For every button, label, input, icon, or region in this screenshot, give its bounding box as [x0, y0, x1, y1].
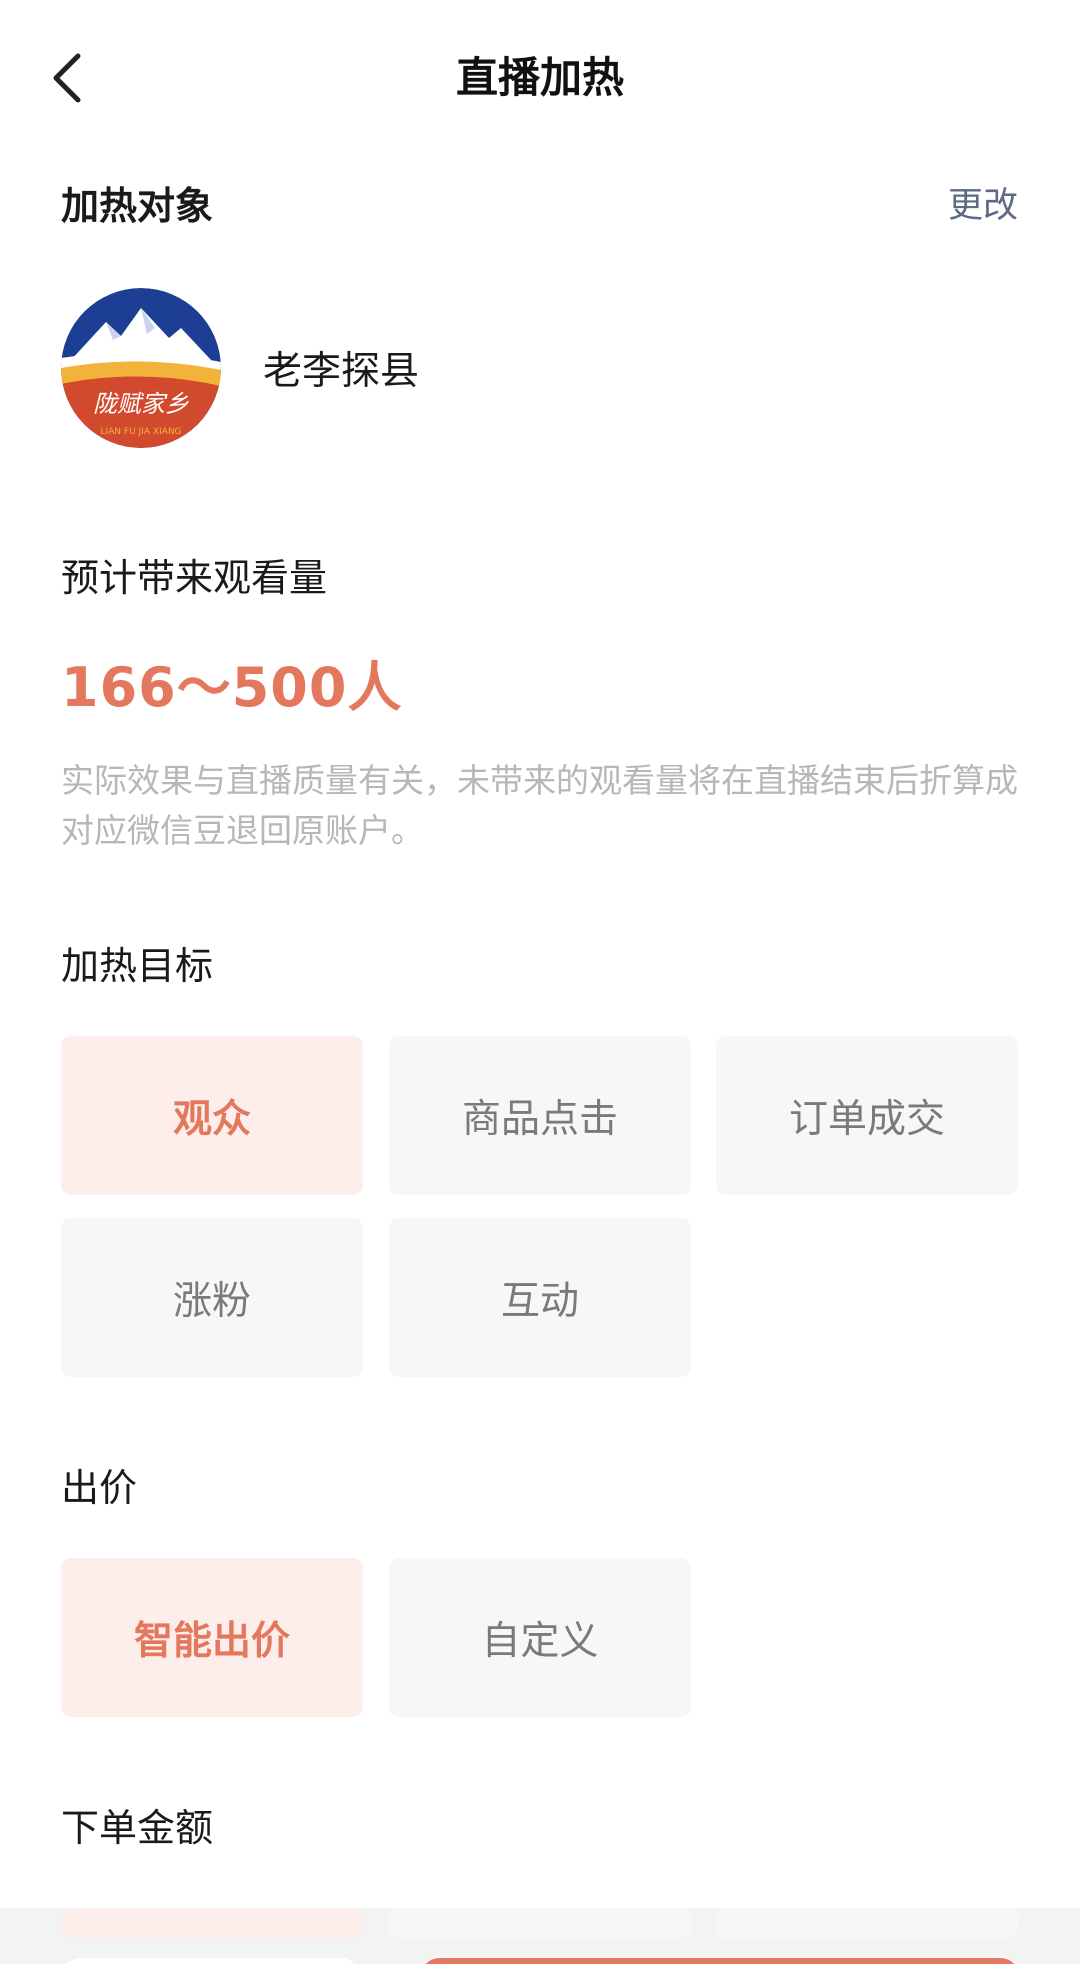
bid-option-custom[interactable]: 自定义	[389, 1558, 691, 1717]
change-target-link[interactable]: 更改	[948, 180, 1018, 232]
account-name: 老李探县	[263, 349, 420, 394]
logo-subtext: LIAN FU JIA XIANG	[100, 427, 181, 437]
goal-option-interaction[interactable]: 互动	[389, 1218, 691, 1377]
bid-option-smart[interactable]: 智能出价	[61, 1558, 363, 1717]
header: 直播加热	[0, 0, 1080, 156]
amount-option[interactable]	[716, 1908, 1018, 1938]
bid-section-title: 出价	[61, 1466, 138, 1510]
amount-option[interactable]	[389, 1908, 691, 1938]
goal-section-title: 加热目标	[61, 944, 214, 988]
target-section-title: 加热对象	[61, 184, 214, 228]
amount-section-title: 下单金额	[61, 1806, 214, 1850]
target-account: 陇赋家乡 LIAN FU JIA XIANG 老李探县	[61, 288, 419, 448]
goal-option-followers[interactable]: 涨粉	[61, 1218, 363, 1377]
estimate-value: 166～500人	[61, 656, 403, 719]
avatar: 陇赋家乡 LIAN FU JIA XIANG	[61, 288, 221, 448]
secondary-button[interactable]	[61, 1958, 361, 1964]
goal-option-audience[interactable]: 观众	[61, 1036, 363, 1195]
goal-option-product-click[interactable]: 商品点击	[389, 1036, 691, 1195]
logo-text: 陇赋家乡	[93, 390, 189, 418]
account-logo-icon: 陇赋家乡 LIAN FU JIA XIANG	[61, 288, 221, 448]
page-title: 直播加热	[455, 53, 624, 102]
goal-option-order[interactable]: 订单成交	[716, 1036, 1018, 1195]
bottom-bar	[0, 1908, 1080, 1964]
estimate-note: 实际效果与直播质量有关，未带来的观看量将在直播结束后折算成对应微信豆退回原账户。	[61, 761, 1018, 850]
estimate-section-title: 预计带来观看量	[61, 556, 328, 600]
primary-button[interactable]	[420, 1958, 1020, 1964]
amount-option[interactable]	[61, 1908, 363, 1938]
